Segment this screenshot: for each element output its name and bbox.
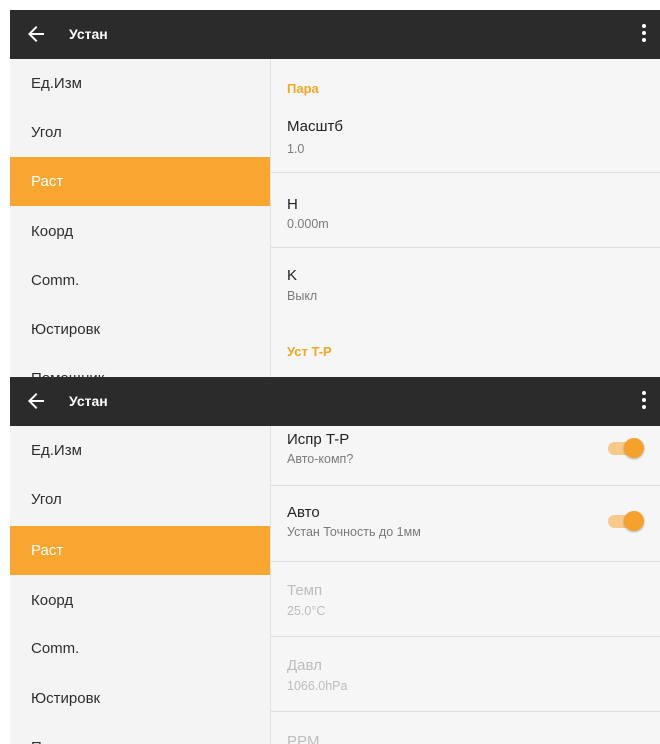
sidebar-item-calibration[interactable]: Юстировк bbox=[10, 305, 270, 354]
pref-title: Давл bbox=[287, 657, 322, 674]
page-title: Устан bbox=[69, 393, 108, 409]
pref-value: 1.0 bbox=[287, 142, 305, 156]
overflow-menu-icon[interactable] bbox=[640, 391, 648, 413]
tp-correction-toggle[interactable] bbox=[606, 438, 644, 458]
sidebar: Ед.Изм Угол Раст Коорд Comm. Юстировк По… bbox=[10, 426, 271, 744]
pref-ppm: PPM bbox=[271, 712, 660, 744]
section-header-params: Пара bbox=[287, 81, 319, 96]
settings-screen-bottom: Устан Ед.Изм Угол Раст Коорд Comm. Юстир… bbox=[10, 377, 660, 744]
pref-k[interactable]: K Выкл bbox=[271, 248, 660, 318]
auto-toggle[interactable] bbox=[606, 511, 644, 531]
sidebar: Ед.Изм Угол Раст Коорд Comm. Юстировк По… bbox=[10, 59, 271, 377]
sidebar-item-comm[interactable]: Comm. bbox=[10, 624, 270, 673]
pref-pressure: Давл 1066.0hPa bbox=[271, 637, 660, 711]
pref-title: H bbox=[287, 196, 298, 213]
page-title: Устан bbox=[69, 26, 108, 42]
settings-content: Пара Масштб 1.0 H 0.000m K Выкл Уст T-P bbox=[271, 59, 660, 377]
pref-title: Темп bbox=[287, 582, 323, 599]
pref-temperature: Темп 25.0°C bbox=[271, 562, 660, 636]
pref-subtitle: Авто-комп? bbox=[287, 452, 354, 466]
sidebar-item-units[interactable]: Ед.Изм bbox=[10, 59, 270, 108]
sidebar-item-angle[interactable]: Угол bbox=[10, 108, 270, 157]
pref-title: Масштб bbox=[287, 118, 344, 135]
pref-value: 0.000m bbox=[287, 217, 329, 231]
sidebar-item-calibration[interactable]: Юстировк bbox=[10, 674, 270, 723]
sidebar-item-coord[interactable]: Коорд bbox=[10, 207, 270, 256]
section-header-tp: Уст T-P bbox=[287, 344, 332, 359]
pref-title: Авто bbox=[287, 504, 320, 521]
settings-screen-top: Устан Ед.Изм Угол Раст Коорд Comm. Юстир… bbox=[10, 10, 660, 377]
sidebar-item-angle[interactable]: Угол bbox=[10, 475, 270, 524]
pref-value: Выкл bbox=[287, 289, 318, 303]
pref-value: 25.0°C bbox=[287, 604, 326, 618]
pref-title: Испр T-P bbox=[287, 431, 350, 448]
pref-title: PPM bbox=[287, 733, 320, 744]
sidebar-item-distance[interactable]: Раст bbox=[10, 157, 270, 206]
sidebar-item-coord[interactable]: Коорд bbox=[10, 576, 270, 625]
sidebar-item-assistant[interactable]: Помощник bbox=[10, 723, 270, 744]
toggle-thumb bbox=[624, 511, 644, 531]
pref-auto[interactable]: Авто Устан Точность до 1мм bbox=[271, 486, 660, 561]
sidebar-item-units[interactable]: Ед.Изм bbox=[10, 426, 270, 475]
pref-scale[interactable]: Масштб 1.0 bbox=[271, 104, 660, 172]
overflow-menu-icon[interactable] bbox=[640, 24, 648, 46]
settings-content: Испр T-P Авто-комп? Авто Устан Точность … bbox=[271, 426, 660, 744]
sidebar-item-distance[interactable]: Раст bbox=[10, 526, 270, 575]
back-arrow-icon[interactable] bbox=[24, 389, 48, 413]
toggle-thumb bbox=[624, 438, 644, 458]
back-arrow-icon[interactable] bbox=[24, 22, 48, 46]
sidebar-item-assistant[interactable]: Помощник bbox=[10, 354, 270, 377]
pref-tp-correction[interactable]: Испр T-P Авто-комп? bbox=[271, 426, 660, 485]
pref-subtitle: Устан Точность до 1мм bbox=[287, 525, 421, 539]
pref-h[interactable]: H 0.000m bbox=[271, 173, 660, 247]
sidebar-item-comm[interactable]: Comm. bbox=[10, 256, 270, 305]
app-bar: Устан bbox=[10, 10, 660, 59]
pref-title: K bbox=[287, 267, 298, 284]
pref-value: 1066.0hPa bbox=[287, 679, 348, 693]
app-bar: Устан bbox=[10, 377, 660, 426]
